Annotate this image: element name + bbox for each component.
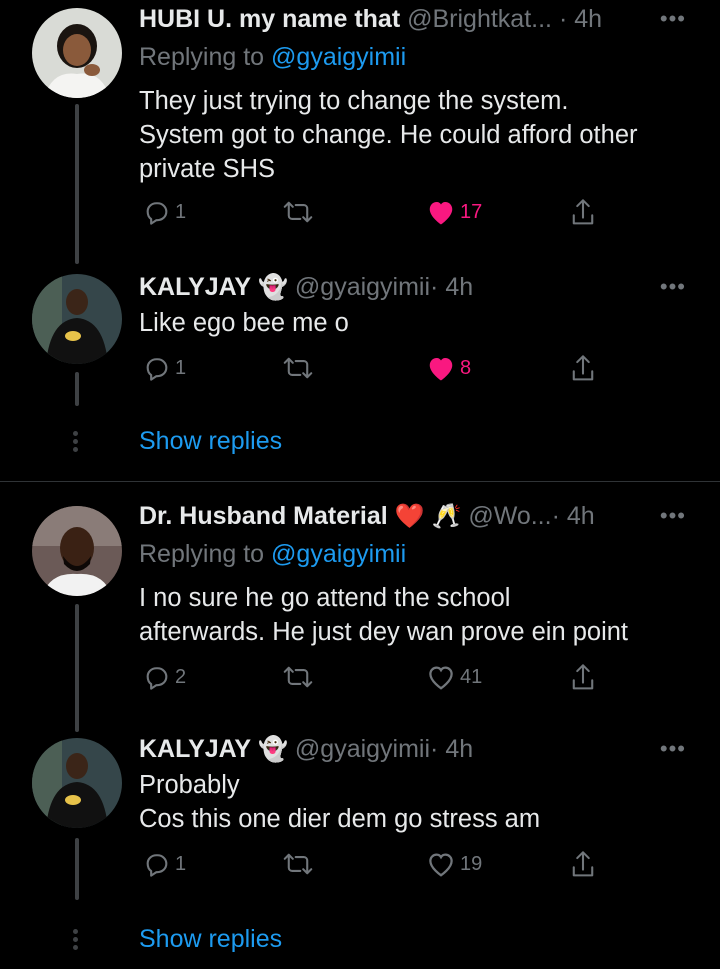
tweet-header: Dr. Husband Material ❤️ 🥂 @Wo...· 4h — [139, 501, 595, 532]
reply-count: 2 — [175, 665, 187, 688]
display-name[interactable]: HUBI U. my name that — [139, 5, 400, 33]
like-count: 19 — [460, 852, 483, 875]
like-button[interactable]: 41 — [426, 663, 482, 691]
display-name[interactable]: Dr. Husband Material — [139, 502, 388, 530]
share-button[interactable] — [569, 198, 597, 228]
share-icon — [572, 851, 594, 877]
reply-button[interactable]: 1 — [143, 354, 186, 382]
thread-line — [75, 372, 79, 406]
like-button[interactable]: 17 — [426, 198, 482, 226]
replying-to-link[interactable]: @gyaigyimii — [271, 540, 406, 568]
retweet-icon — [283, 666, 313, 688]
like-count: 17 — [460, 200, 483, 223]
tweet-text: Like ego bee me o — [139, 309, 349, 337]
tweet-text: They just trying to change the system. S… — [139, 87, 638, 183]
thread-line — [75, 838, 79, 900]
retweet-button[interactable] — [283, 850, 313, 878]
divider — [0, 481, 720, 482]
timestamp[interactable]: · 4h — [559, 5, 602, 33]
reply-count: 1 — [175, 852, 187, 875]
ghost-icon: 👻 — [258, 274, 288, 301]
reply-button[interactable]: 1 — [143, 198, 186, 226]
more-options-button[interactable]: ••• — [660, 274, 686, 300]
reply-button[interactable]: 1 — [143, 850, 186, 878]
heart-filled-icon — [429, 202, 453, 225]
champagne-icon: 🥂 — [431, 503, 462, 530]
share-button[interactable] — [569, 354, 597, 384]
timestamp[interactable]: · 4h — [430, 273, 473, 301]
replying-prefix: Replying to — [139, 43, 272, 71]
tweet-header: KALYJAY 👻 @gyaigyimii· 4h — [139, 734, 473, 765]
display-name[interactable]: KALYJAY — [139, 735, 251, 763]
share-icon — [572, 355, 594, 381]
more-options-button[interactable]: ••• — [660, 503, 686, 529]
thread-dots — [73, 929, 79, 953]
retweet-icon — [283, 357, 313, 379]
tweet-text: Probably Cos this one dier dem go stress… — [139, 771, 541, 833]
heart-icon: ❤️ — [394, 503, 425, 530]
display-name[interactable]: KALYJAY — [139, 273, 251, 301]
retweet-button[interactable] — [283, 198, 313, 226]
tweet-actions: 1 19 — [139, 850, 609, 884]
replying-to: Replying to @gyaigyimii — [139, 539, 406, 569]
retweet-icon — [283, 853, 313, 875]
share-icon — [572, 199, 594, 225]
reply-icon — [146, 202, 168, 225]
replying-prefix: Replying to — [139, 540, 272, 568]
handle[interactable]: @Brightkat... — [407, 5, 552, 33]
avatar[interactable] — [32, 8, 122, 98]
show-replies-link[interactable]: Show replies — [139, 427, 282, 456]
retweet-button[interactable] — [283, 354, 313, 382]
handle[interactable]: @gyaigyimii — [295, 735, 430, 763]
heart-outline-icon — [429, 853, 453, 877]
like-button[interactable]: 8 — [426, 354, 471, 382]
share-icon — [572, 664, 594, 690]
reply-count: 1 — [175, 200, 187, 223]
thread-dots — [73, 431, 79, 455]
replying-to: Replying to @gyaigyimii — [139, 42, 406, 72]
timestamp[interactable]: · 4h — [430, 735, 473, 763]
more-options-button[interactable]: ••• — [660, 6, 686, 32]
tweet-actions: 1 8 — [139, 354, 609, 388]
tweet-text: I no sure he go attend the school afterw… — [139, 584, 629, 646]
heart-outline-icon — [429, 666, 453, 690]
reply-icon — [146, 358, 168, 381]
ghost-icon: 👻 — [258, 736, 288, 763]
thread-line — [75, 104, 79, 264]
avatar[interactable] — [32, 274, 122, 364]
avatar[interactable] — [32, 738, 122, 828]
tweet-actions: 2 41 — [139, 663, 609, 697]
tweet-actions: 1 17 — [139, 198, 609, 232]
avatar[interactable] — [32, 506, 122, 596]
more-options-button[interactable]: ••• — [660, 736, 686, 762]
like-button[interactable]: 19 — [426, 850, 482, 878]
show-replies-link[interactable]: Show replies — [139, 925, 282, 954]
share-button[interactable] — [569, 850, 597, 880]
replying-to-link[interactable]: @gyaigyimii — [271, 43, 406, 71]
timestamp[interactable]: · 4h — [552, 502, 595, 530]
retweet-icon — [283, 201, 313, 223]
reply-count: 1 — [175, 356, 187, 379]
handle[interactable]: @gyaigyimii — [295, 273, 430, 301]
tweet-header: KALYJAY 👻 @gyaigyimii· 4h — [139, 272, 473, 303]
reply-icon — [146, 854, 168, 877]
reply-icon — [146, 667, 168, 690]
tweet-header: HUBI U. my name that @Brightkat... · 4h — [139, 4, 602, 34]
reply-button[interactable]: 2 — [143, 663, 186, 691]
thread-line — [75, 604, 79, 732]
heart-filled-icon — [429, 358, 453, 381]
like-count: 41 — [460, 665, 483, 688]
share-button[interactable] — [569, 663, 597, 693]
handle[interactable]: @Wo... — [468, 502, 551, 530]
retweet-button[interactable] — [283, 663, 313, 691]
like-count: 8 — [460, 356, 472, 379]
